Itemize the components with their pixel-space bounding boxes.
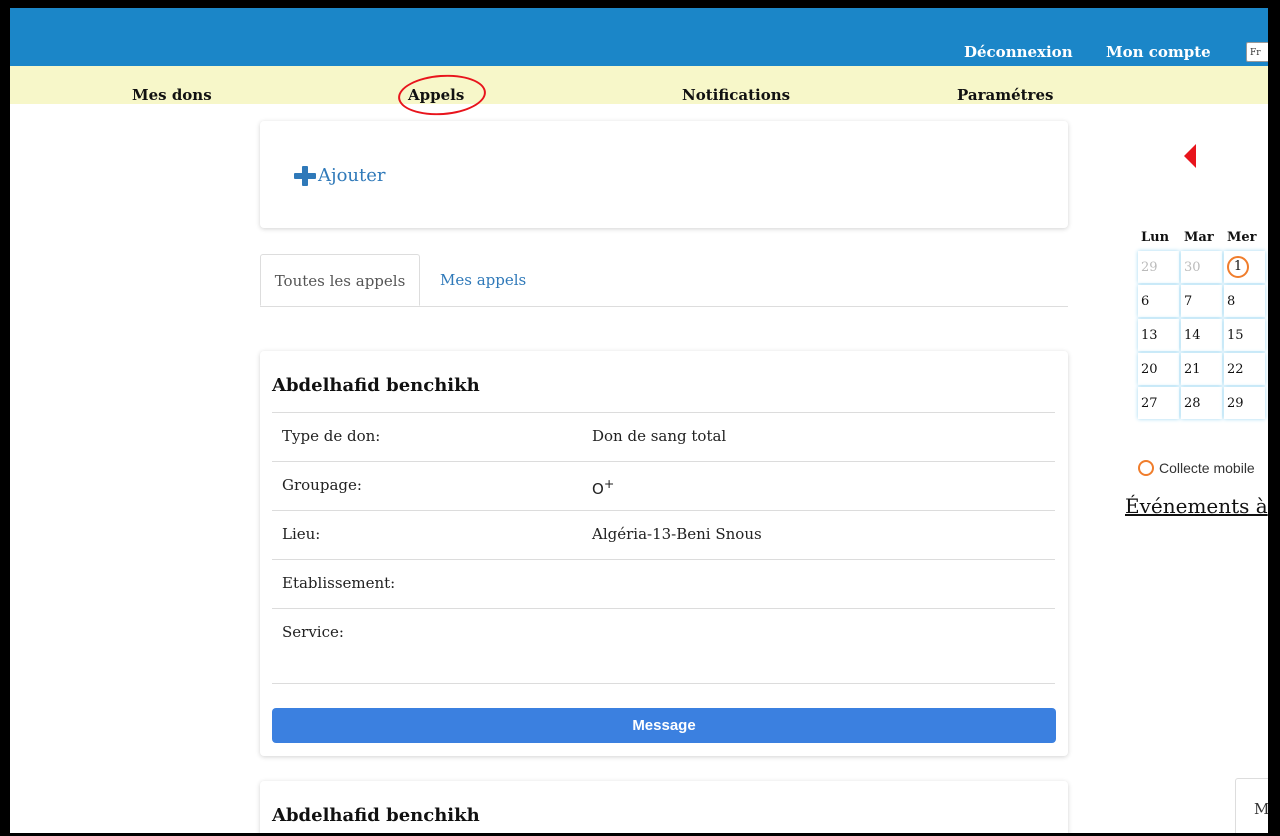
nav-item-notifications[interactable]: Notifications [682, 86, 790, 104]
donor-name: Abdelhafid benchikh [272, 375, 480, 396]
calendar-day[interactable]: 8 [1224, 285, 1265, 317]
message-button[interactable]: Message [272, 708, 1056, 743]
detail-label: Etablissement: [282, 574, 396, 592]
chat-widget[interactable]: M [1235, 778, 1268, 833]
tab-my-appeals[interactable]: Mes appels [440, 254, 526, 306]
blood-group-value: O+ [592, 476, 615, 498]
calendar-day[interactable]: 29 [1138, 251, 1179, 283]
calendar-day[interactable]: 28 [1181, 387, 1222, 419]
detail-label: Lieu: [282, 525, 321, 543]
calendar: Lun Mar Mer 29 30 1 6 7 8 13 14 15 20 21… [1136, 223, 1267, 421]
calendar-day[interactable]: 14 [1181, 319, 1222, 351]
main-nav: Mes dons Appels Notifications Paramétres [10, 66, 1268, 119]
detail-label: Groupage: [282, 476, 362, 494]
tab-all-appeals[interactable]: Toutes les appels [260, 254, 420, 306]
calendar-day[interactable]: 7 [1181, 285, 1222, 317]
appeal-details: Type de don: Don de sang total Groupage:… [272, 412, 1055, 684]
detail-label: Type de don: [282, 427, 381, 445]
calendar-day[interactable]: 29 [1224, 387, 1265, 419]
calendar-legend: Collecte mobile [1138, 460, 1255, 476]
detail-row: Groupage: O+ [272, 461, 1055, 510]
mobile-collection-icon [1138, 460, 1154, 476]
calendar-day[interactable]: 20 [1138, 353, 1179, 385]
add-appeal-link[interactable]: Ajouter [294, 165, 386, 186]
top-header: Déconnexion Mon compte Fr [10, 8, 1268, 66]
calendar-day[interactable]: 22 [1224, 353, 1265, 385]
appeal-card: Abdelhafid benchikh [260, 781, 1068, 833]
calendar-day[interactable]: 15 [1224, 319, 1265, 351]
events-title[interactable]: Événements à [1125, 494, 1268, 518]
app-window: Déconnexion Mon compte Fr Mes dons Appel… [10, 8, 1268, 833]
detail-value: Algéria-13-Beni Snous [592, 525, 762, 543]
prev-month-arrow-icon[interactable] [1184, 144, 1196, 168]
detail-value: Don de sang total [592, 427, 727, 445]
plus-icon [294, 165, 316, 186]
nav-item-donations[interactable]: Mes dons [132, 86, 212, 104]
appeal-tabs: Toutes les appels Mes appels [260, 254, 1068, 307]
detail-row: Service: [272, 608, 1055, 684]
calendar-day[interactable]: 30 [1181, 251, 1222, 283]
weekday-header: Lun [1141, 229, 1170, 245]
detail-label: Service: [282, 623, 344, 641]
logout-link[interactable]: Déconnexion [964, 43, 1073, 61]
calendar-day[interactable]: 21 [1181, 353, 1222, 385]
donor-name: Abdelhafid benchikh [272, 805, 480, 826]
account-link[interactable]: Mon compte [1106, 43, 1211, 61]
add-card: Ajouter [260, 121, 1068, 228]
detail-row: Type de don: Don de sang total [272, 412, 1055, 461]
nav-item-settings[interactable]: Paramétres [957, 86, 1053, 104]
calendar-day-event[interactable]: 1 [1224, 251, 1265, 283]
weekday-header: Mar [1184, 229, 1214, 245]
detail-row: Lieu: Algéria-13-Beni Snous [272, 510, 1055, 559]
event-ring-icon: 1 [1227, 256, 1249, 278]
add-label: Ajouter [318, 165, 386, 186]
language-select[interactable]: Fr [1246, 42, 1268, 62]
calendar-day[interactable]: 6 [1138, 285, 1179, 317]
appeal-card: Abdelhafid benchikh Type de don: Don de … [260, 351, 1068, 756]
highlight-circle [396, 71, 488, 119]
legend-label: Collecte mobile [1159, 460, 1255, 476]
calendar-day[interactable]: 27 [1138, 387, 1179, 419]
calendar-day[interactable]: 13 [1138, 319, 1179, 351]
detail-row: Etablissement: [272, 559, 1055, 608]
weekday-header: Mer [1227, 229, 1257, 245]
